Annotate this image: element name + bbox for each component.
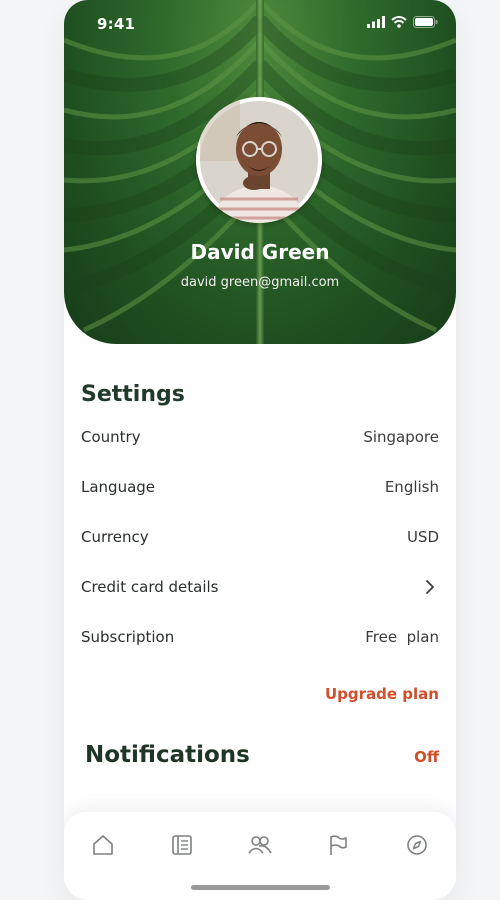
upgrade-plan-link[interactable]: Upgrade plan: [325, 685, 439, 703]
book-icon: [171, 835, 192, 855]
settings-row-language[interactable]: Language English: [81, 462, 439, 512]
settings-row-credit-card[interactable]: Credit card details: [81, 562, 439, 612]
settings-section: Settings Country Singapore Language Engl…: [81, 378, 439, 662]
notifications-title: Notifications: [85, 742, 250, 768]
avatar[interactable]: [196, 97, 322, 223]
chevron-right-icon[interactable]: [421, 578, 439, 596]
tab-icons: [64, 830, 456, 860]
profile-name: David Green: [190, 240, 330, 264]
profile-email: david green@gmail.com: [180, 275, 340, 290]
avatar-portrait-image: [196, 97, 322, 223]
status-bar: 9:41: [64, 0, 456, 46]
row-label: Subscription: [81, 628, 175, 646]
phone-frame: 9:41 David Green david green@gmail.com S…: [64, 0, 456, 900]
settings-title: Settings: [81, 382, 185, 407]
tab-people[interactable]: [240, 830, 280, 860]
flag-icon: [330, 835, 348, 855]
tab-home[interactable]: [83, 830, 123, 860]
home-indicator[interactable]: [191, 885, 330, 890]
status-time: 9:41: [97, 15, 136, 33]
row-label: Currency: [81, 528, 149, 546]
signal-icon: [367, 16, 385, 28]
settings-row-currency[interactable]: Currency USD: [81, 512, 439, 562]
tab-book[interactable]: [162, 830, 202, 860]
row-label: Country: [81, 428, 141, 446]
status-icons: [367, 16, 438, 28]
tab-explore[interactable]: [397, 830, 437, 860]
settings-row-subscription[interactable]: Subscription Free plan: [81, 612, 439, 662]
row-value: USD: [406, 528, 439, 546]
tab-flag[interactable]: [318, 830, 358, 860]
row-label: Credit card details: [81, 578, 219, 596]
wifi-icon: [391, 16, 407, 28]
notifications-toggle-value[interactable]: Off: [414, 748, 439, 766]
people-icon: [248, 836, 272, 854]
tab-bar: [64, 812, 456, 900]
battery-icon: [413, 16, 438, 28]
row-value: English: [384, 478, 439, 496]
row-value: Free plan: [365, 628, 439, 646]
profile-header: 9:41 David Green david green@gmail.com: [64, 0, 456, 344]
row-value: Singapore: [363, 428, 439, 446]
settings-row-country[interactable]: Country Singapore: [81, 412, 439, 462]
home-icon: [93, 835, 113, 855]
compass-icon: [406, 835, 427, 855]
row-label: Language: [81, 478, 156, 496]
